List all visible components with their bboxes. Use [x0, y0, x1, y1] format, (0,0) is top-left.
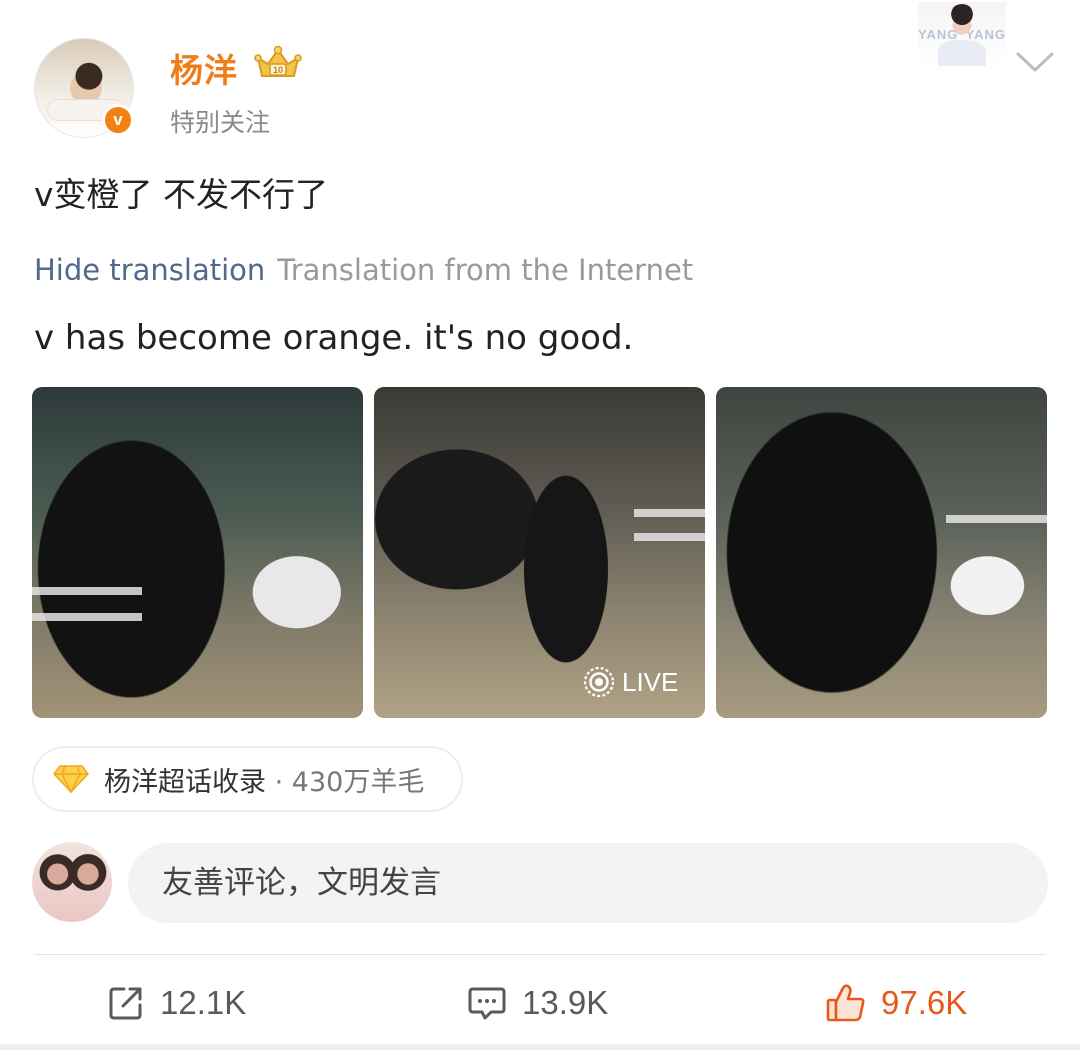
hide-translation-link[interactable]: Hide translation [34, 253, 265, 287]
svg-text:10: 10 [273, 65, 283, 75]
live-label: LIVE [622, 666, 679, 697]
translated-text: v has become orange. it's no good. [34, 318, 634, 358]
repost-button[interactable]: 12.1K [106, 980, 246, 1026]
bottom-edge [0, 1044, 1080, 1050]
crown-vip-icon: 10 [254, 45, 302, 77]
verified-badge-icon: v [102, 104, 134, 136]
live-badge: LIVE [582, 664, 678, 700]
like-count: 97.6K [881, 984, 968, 1021]
repost-icon [109, 987, 142, 1020]
thumbs-up-icon [826, 984, 865, 1022]
translation-row: Hide translation Translation from the Int… [34, 253, 693, 287]
comment-input[interactable]: 友善评论，文明发言 [128, 843, 1048, 923]
photo-3[interactable] [716, 387, 1047, 718]
super-topic-chip[interactable]: 杨洋超话收录 · 430万羊毛 [32, 746, 463, 812]
commenter-avatar[interactable] [32, 842, 112, 922]
super-topic-count: 430万羊毛 [291, 766, 425, 798]
live-photo-icon [583, 666, 615, 698]
post-text: v变橙了 不发不行了 [34, 175, 329, 214]
super-topic-label: 杨洋超话收录 [104, 766, 266, 798]
photo-1[interactable] [32, 387, 363, 718]
diamond-icon [53, 765, 89, 794]
like-button[interactable]: 97.6K [825, 980, 967, 1026]
divider [34, 954, 1046, 955]
comment-icon [468, 987, 506, 1020]
comment-count: 13.9K [522, 984, 609, 1021]
follow-status: 特别关注 [170, 108, 271, 137]
repost-count: 12.1K [160, 984, 247, 1021]
translation-source: Translation from the Internet [277, 253, 694, 287]
author-name[interactable]: 杨洋 [170, 44, 238, 92]
comment-button[interactable]: 13.9K [466, 980, 608, 1026]
super-topic-separator: · [274, 766, 284, 798]
chevron-down-icon[interactable] [1014, 46, 1056, 76]
profile-banner-image[interactable]: YANG YANG [918, 2, 1006, 66]
photo-2[interactable]: LIVE [374, 387, 705, 718]
